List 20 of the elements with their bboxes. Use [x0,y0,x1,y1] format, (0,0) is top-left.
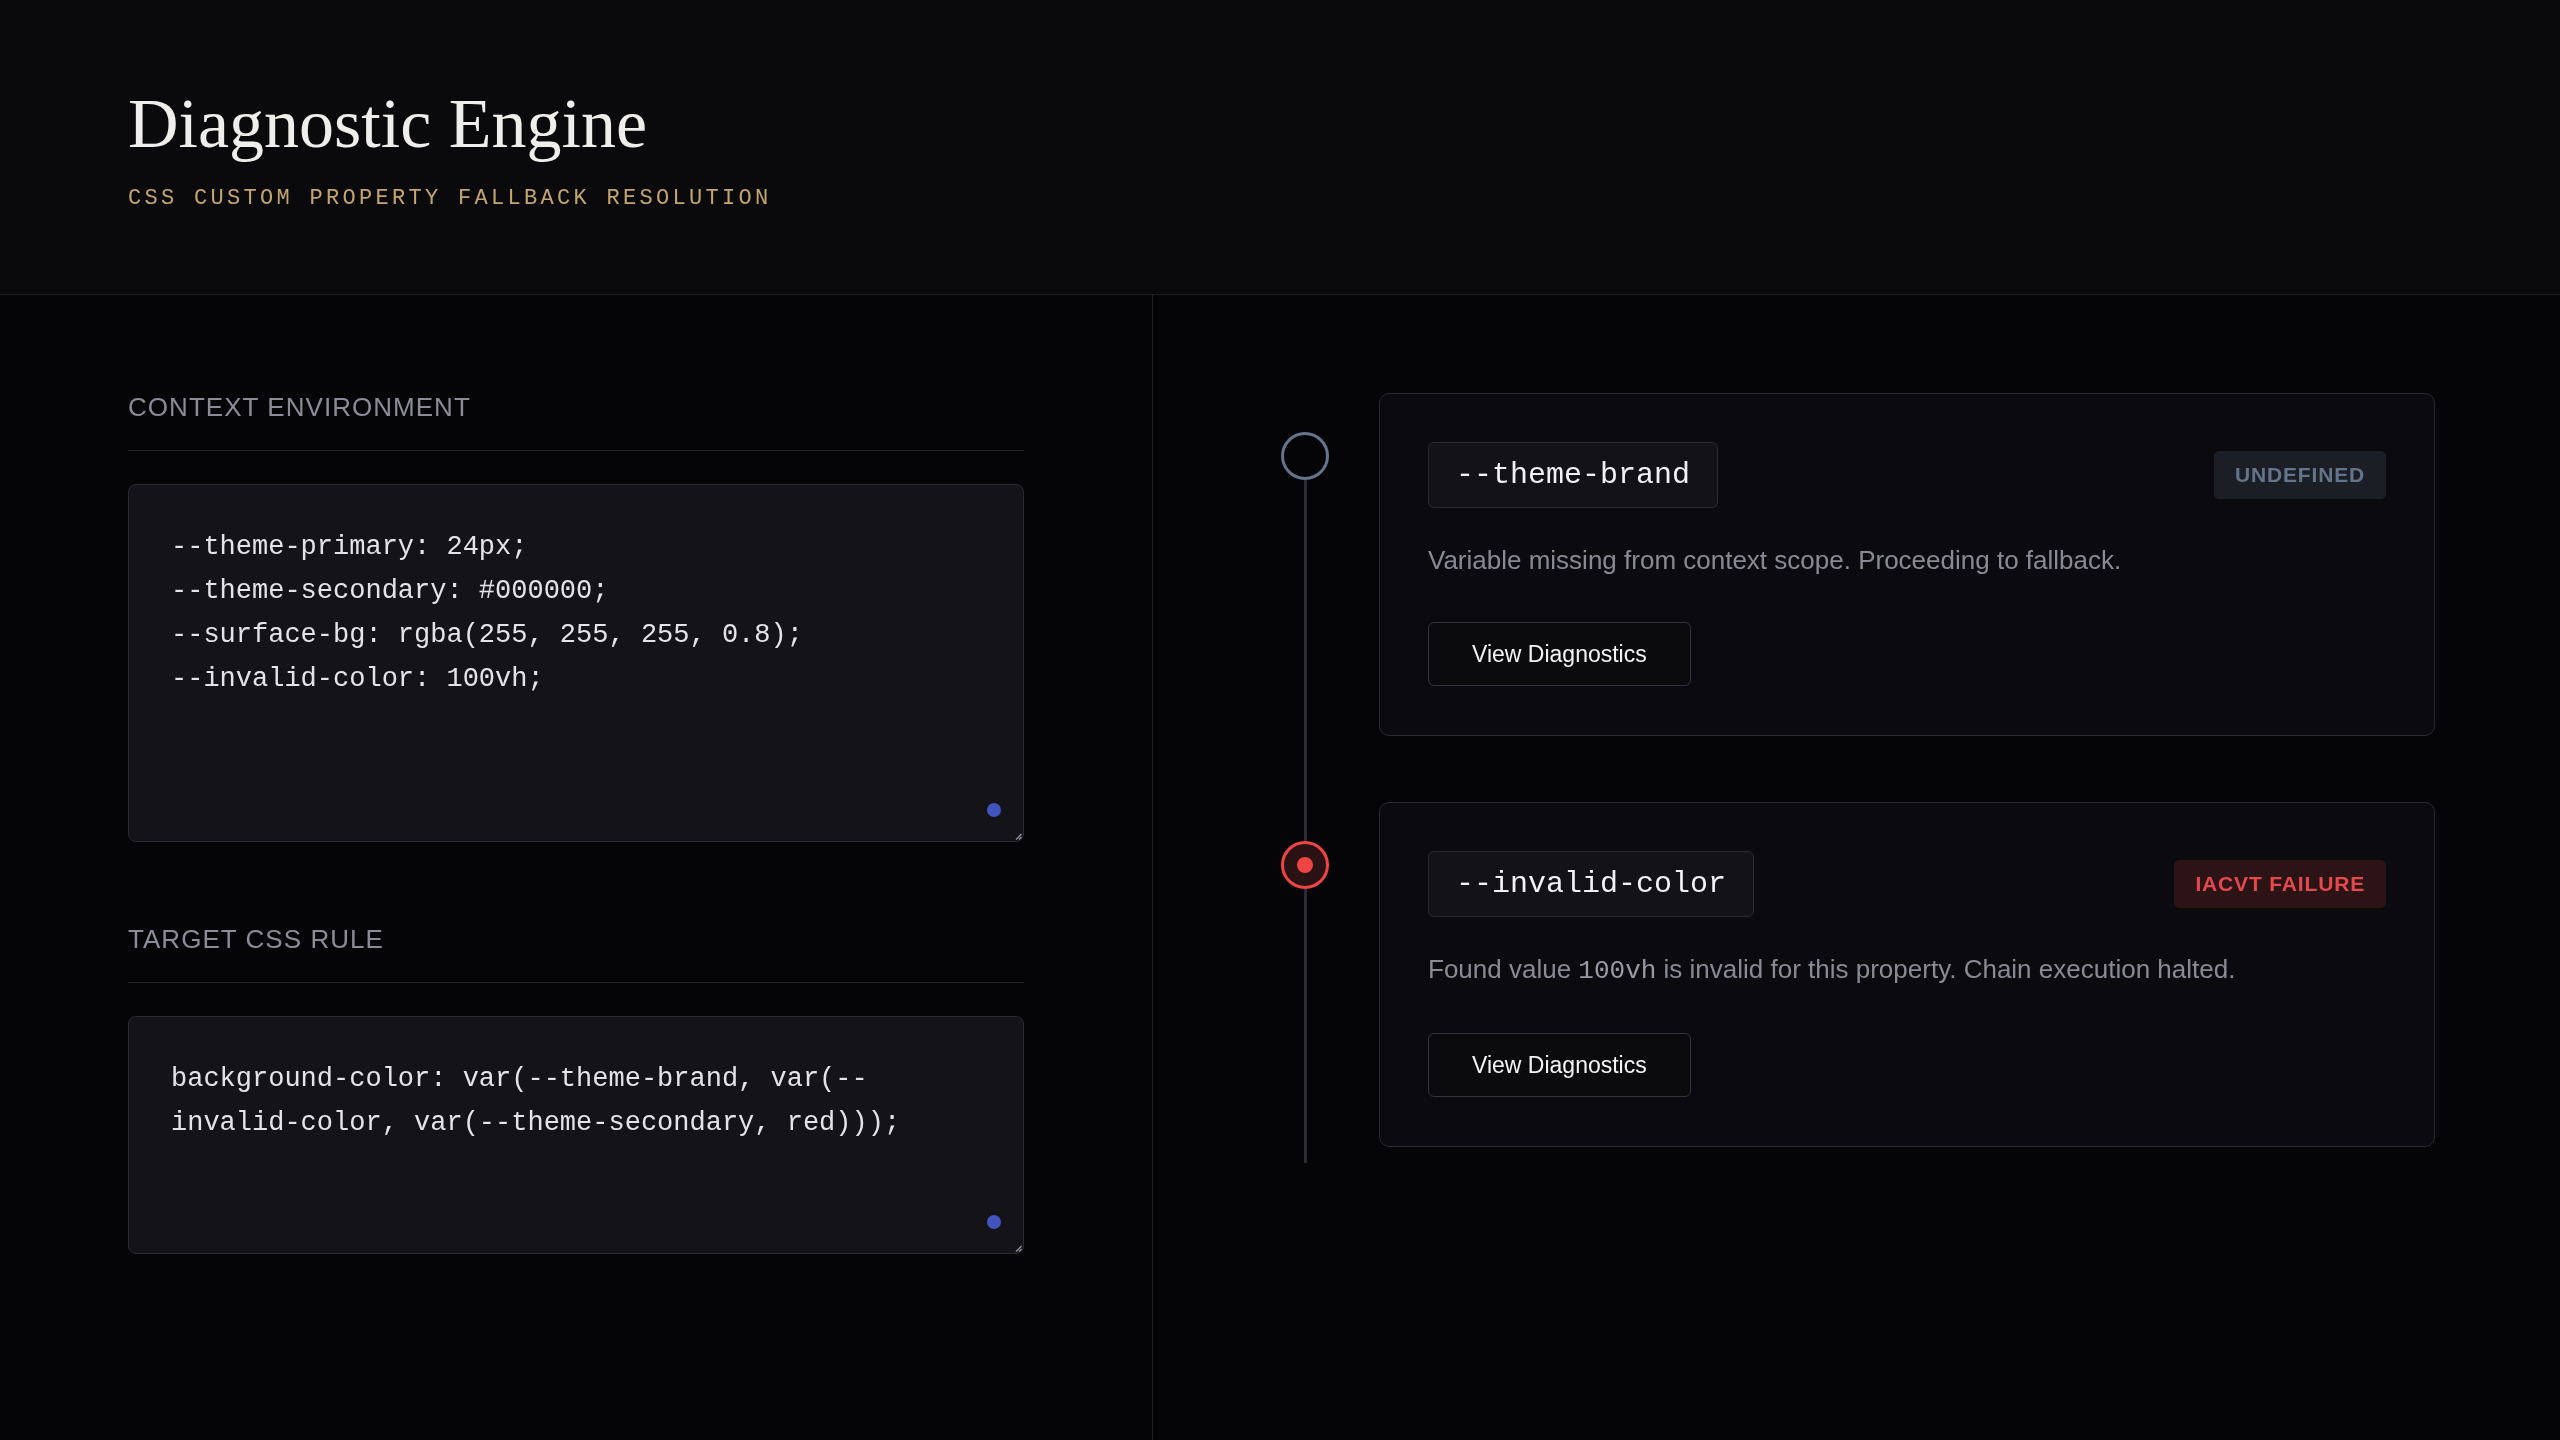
variable-name-tag: --theme-brand [1428,442,1719,508]
page-subtitle: CSS CUSTOM PROPERTY FALLBACK RESOLUTION [128,185,772,213]
resize-grip-icon[interactable] [1015,833,1022,840]
code-editor-field[interactable]: --theme-primary: 24px; --theme-secondary: #000000; --surface-bg: rgba(255, 255, 255, 0.8); --invalid-color: 100vh; [128,484,1024,842]
status-badge: UNDEFINED [2213,451,2386,499]
indicator-dot-icon [987,1215,1001,1229]
step-description: Found value 100vh is invalid for this property. Chain execution halted. [1428,953,2236,988]
variable-name-tag: --invalid-color [1428,851,1755,917]
view-diagnostics-button[interactable]: View Diagnostics [1428,622,1691,686]
resize-grip-icon[interactable] [1015,1245,1022,1252]
step-description: Variable missing from context scope. Proceeding to fallback. [1428,544,2122,577]
view-diagnostics-button[interactable]: View Diagnostics [1428,1033,1691,1097]
timeline-ring-icon [1281,432,1329,480]
code-editor-field[interactable]: background-color: var(--theme-brand, var(--invalid-color, var(--theme-secondary, red))); [128,1016,1024,1254]
section-heading: TARGET CSS RULE [128,923,384,955]
timeline-error-ring-icon [1281,841,1329,889]
status-badge: IACVT FAILURE [2174,860,2386,908]
page-title: Diagnostic Engine [128,84,648,164]
indicator-dot-icon [987,803,1001,817]
section-heading: CONTEXT ENVIRONMENT [128,391,471,423]
